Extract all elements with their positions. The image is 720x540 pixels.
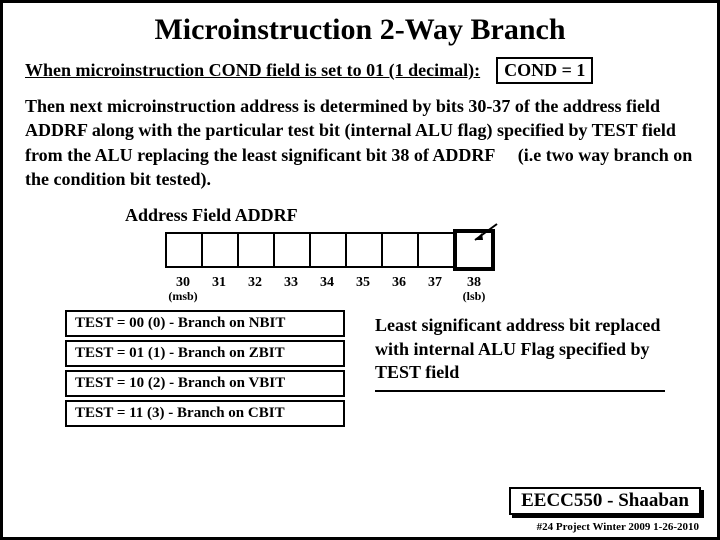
test-item: TEST = 11 (3) - Branch on CBIT [65,400,345,427]
arrow-to-lsb-icon [471,222,505,244]
test-item: TEST = 10 (2) - Branch on VBIT [65,370,345,397]
footer-box: EECC550 - Shaaban [509,487,701,515]
bit-cell [273,232,309,268]
footnote: #24 Project Winter 2009 1-26-2010 [537,521,699,533]
test-item: TEST = 01 (1) - Branch on ZBIT [65,340,345,367]
bit-sublabels: (msb) (lsb) [165,289,695,304]
bit-cell [345,232,381,268]
body-text: Then next microinstruction address is de… [25,94,695,191]
bit-cell [381,232,417,268]
bit-cells [165,232,695,271]
bit-diagram: 30 31 32 33 34 35 36 37 38 (msb) (lsb) [165,232,695,332]
bit-cell [201,232,237,268]
bit-cell [309,232,345,268]
bit-cell [165,232,201,268]
slide-page: Microinstruction 2-Way Branch When micro… [0,0,720,540]
lsb-label: (lsb) [453,289,495,304]
bit-cell [237,232,273,268]
bit-cell [417,232,453,268]
cond-box: COND = 1 [496,57,593,84]
cond-row: When microinstruction COND field is set … [25,57,695,84]
page-title: Microinstruction 2-Way Branch [25,13,695,47]
msb-label: (msb) [165,289,201,304]
when-clause: When microinstruction COND field is set … [25,60,480,81]
address-field-label: Address Field ADDRF [125,205,695,226]
